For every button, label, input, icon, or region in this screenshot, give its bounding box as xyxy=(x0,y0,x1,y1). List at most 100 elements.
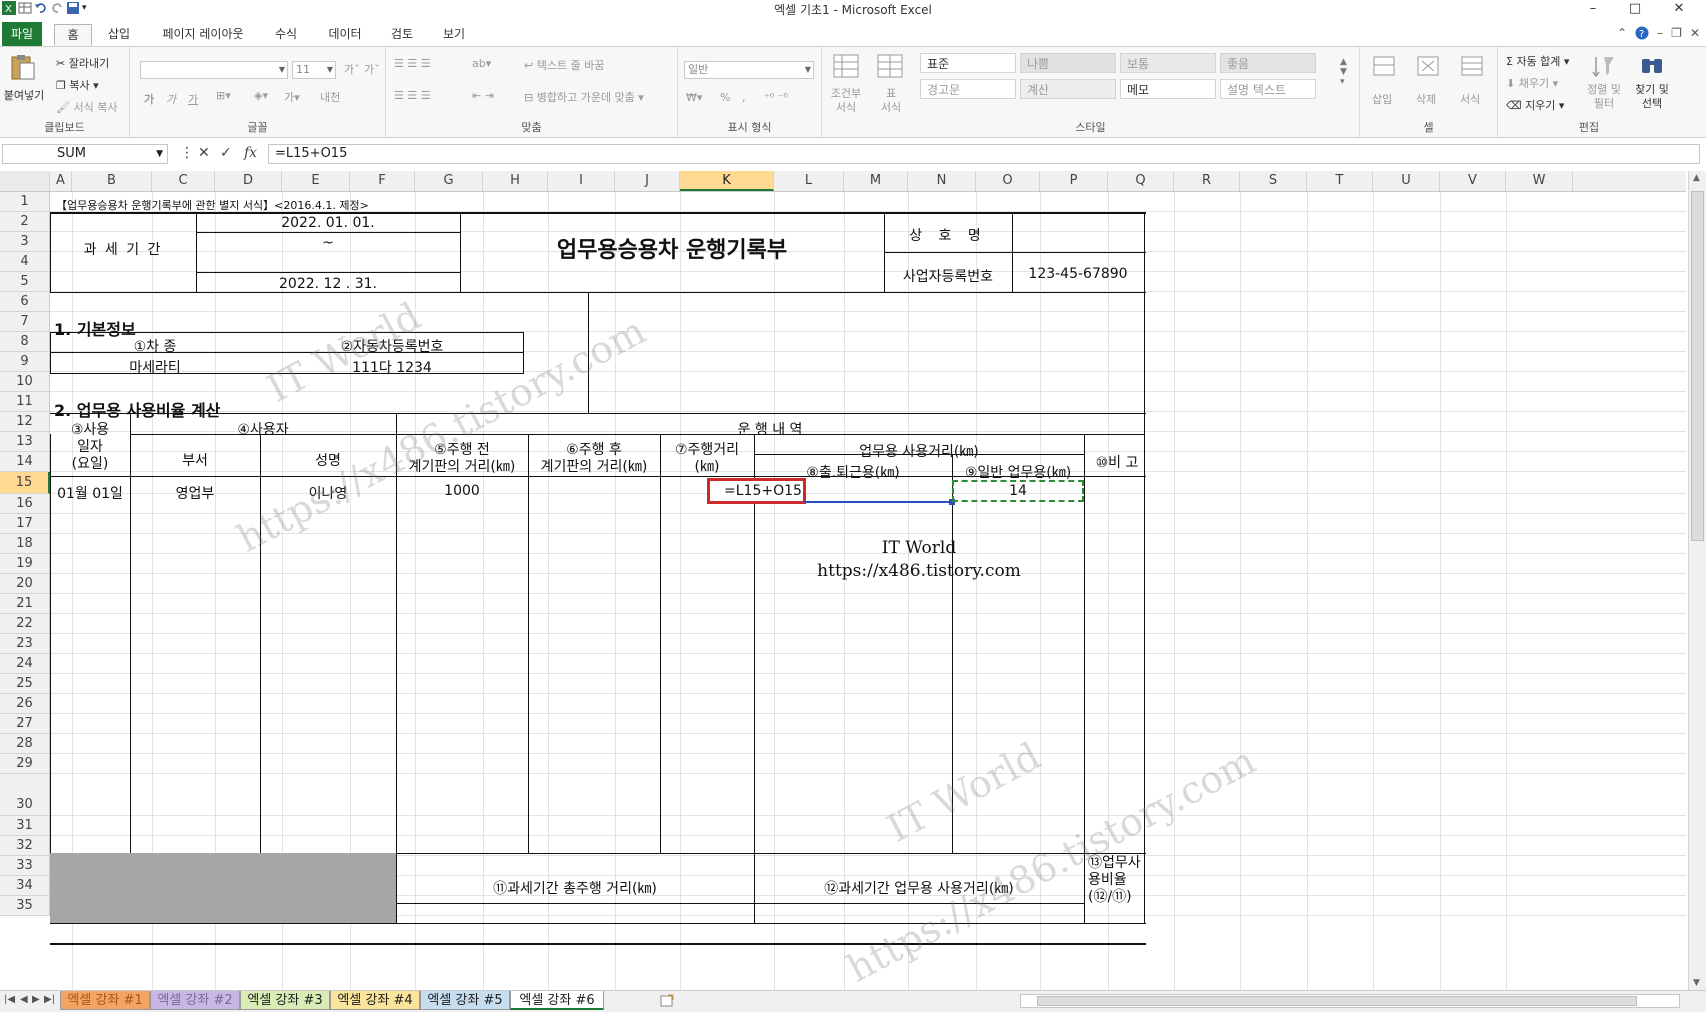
row-header-20[interactable]: 20 xyxy=(0,574,50,594)
workbook-restore-icon[interactable]: ❐ xyxy=(1671,26,1682,40)
row-header-21[interactable]: 21 xyxy=(0,594,50,614)
cell-C15[interactable]: 영업부 xyxy=(130,483,260,503)
next-sheet-icon[interactable]: ▶ xyxy=(32,994,40,1005)
cut-button[interactable]: ✂ 잘라내기 xyxy=(56,55,109,71)
sheet-tab-1[interactable]: 엑셀 강좌 #1 xyxy=(60,991,150,1010)
cell-style-5[interactable]: 계산 xyxy=(1020,79,1116,99)
paste-button[interactable]: 붙여넣기 xyxy=(0,87,48,103)
grow-font-icon[interactable]: 가ˆ xyxy=(344,61,360,77)
cell-style-2[interactable]: 보통 xyxy=(1120,53,1216,73)
sort-filter-button[interactable]: 정렬 및 필터 xyxy=(1582,83,1626,111)
last-sheet-icon[interactable]: ▶| xyxy=(44,994,55,1005)
cancel-entry-icon[interactable]: ✕ xyxy=(198,145,210,161)
active-cell-K15[interactable]: =L15+O15 xyxy=(707,478,806,504)
tab-page-layout[interactable]: 페이지 레이아웃 xyxy=(150,24,256,46)
row-header-19[interactable]: 19 xyxy=(0,554,50,574)
format-painter-button[interactable]: 🖌 서식 복사 xyxy=(56,99,117,115)
copy-button[interactable]: ❐ 복사 ▾ xyxy=(56,77,99,93)
comma-button[interactable]: , xyxy=(742,91,746,104)
row-header-35[interactable]: 35 xyxy=(0,896,50,916)
column-header-N[interactable]: N xyxy=(908,171,976,191)
column-header-L[interactable]: L xyxy=(774,171,844,191)
sheet-tab-3[interactable]: 엑셀 강좌 #3 xyxy=(240,991,330,1010)
row-header-13[interactable]: 13 xyxy=(0,432,50,452)
workbook-minimize-icon[interactable]: – xyxy=(1657,26,1663,40)
format-cells-icon[interactable] xyxy=(1458,53,1486,81)
find-select-button[interactable]: 찾기 및 선택 xyxy=(1630,83,1674,111)
confirm-entry-icon[interactable]: ✓ xyxy=(220,145,232,161)
row-header-27[interactable]: 27 xyxy=(0,714,50,734)
row-header-28[interactable]: 28 xyxy=(0,734,50,754)
column-header-I[interactable]: I xyxy=(548,171,615,191)
row-header-22[interactable]: 22 xyxy=(0,614,50,634)
column-header-K[interactable]: K xyxy=(680,171,774,191)
currency-icon[interactable]: ₩▾ xyxy=(686,91,702,104)
workbook-close-icon[interactable]: ✕ xyxy=(1690,26,1700,40)
column-header-Q[interactable]: Q xyxy=(1108,171,1174,191)
row-header-6[interactable]: 6 xyxy=(0,292,50,312)
row-header-17[interactable]: 17 xyxy=(0,514,50,534)
column-header-C[interactable]: C xyxy=(152,171,215,191)
paste-icon[interactable] xyxy=(8,53,36,81)
font-name-combo[interactable]: ▼ xyxy=(140,61,288,79)
column-header-T[interactable]: T xyxy=(1307,171,1373,191)
cell-style-0[interactable]: 표준 xyxy=(920,53,1016,73)
format-cells-button[interactable]: 서식 xyxy=(1460,91,1480,107)
bold-button[interactable]: 가 xyxy=(144,91,154,107)
row-header-30[interactable]: 30 xyxy=(0,774,50,816)
font-color-icon[interactable]: 가▾ xyxy=(284,89,300,105)
row-header-2[interactable]: 2 xyxy=(0,212,50,232)
row-header-1[interactable]: 1 xyxy=(0,192,50,212)
column-header-J[interactable]: J xyxy=(615,171,680,191)
car-type-value[interactable]: 마세라티 xyxy=(50,357,260,377)
row-header-31[interactable]: 31 xyxy=(0,816,50,836)
row-header-11[interactable]: 11 xyxy=(0,392,50,412)
conditional-format-button[interactable]: 조건부 서식 xyxy=(828,87,864,115)
row-header-10[interactable]: 10 xyxy=(0,372,50,392)
tab-data[interactable]: 데이터 xyxy=(322,24,368,46)
row-header-25[interactable]: 25 xyxy=(0,674,50,694)
column-header-H[interactable]: H xyxy=(483,171,548,191)
underline-button[interactable]: 가 xyxy=(188,91,198,107)
maximize-button[interactable]: □ xyxy=(1620,0,1650,18)
row-header-24[interactable]: 24 xyxy=(0,654,50,674)
shrink-font-icon[interactable]: 가ˇ xyxy=(364,61,380,77)
horizontal-scrollbar[interactable] xyxy=(1020,994,1680,1008)
name-box[interactable]: SUM ▼ xyxy=(2,144,168,164)
cell-B15[interactable]: 01월 01일 xyxy=(50,483,130,503)
row-header-7[interactable]: 7 xyxy=(0,312,50,332)
row-header-4[interactable]: 4 xyxy=(0,252,50,272)
column-header-O[interactable]: O xyxy=(976,171,1040,191)
row-header-29[interactable]: 29 xyxy=(0,754,50,774)
phonetic-button[interactable]: 내천 xyxy=(320,89,340,105)
clear-button[interactable]: ⌫ 지우기 ▾ xyxy=(1506,97,1564,113)
sheet-tab-4[interactable]: 엑셀 강좌 #4 xyxy=(330,991,420,1010)
car-reg-value[interactable]: 111다 1234 xyxy=(260,357,524,377)
sort-filter-icon[interactable] xyxy=(1590,53,1618,81)
cell-style-7[interactable]: 설명 텍스트 xyxy=(1220,79,1316,99)
horizontal-scroll-thumb[interactable] xyxy=(1037,996,1637,1006)
row-header-12[interactable]: 12 xyxy=(0,412,50,432)
tab-home[interactable]: 홈 xyxy=(54,24,92,46)
cell-style-4[interactable]: 경고문 xyxy=(920,79,1016,99)
tab-formulas[interactable]: 수식 xyxy=(268,24,304,46)
column-header-U[interactable]: U xyxy=(1373,171,1440,191)
find-select-icon[interactable] xyxy=(1638,53,1666,81)
font-size-combo[interactable]: 11 ▼ xyxy=(292,61,336,79)
column-header-W[interactable]: W xyxy=(1506,171,1573,191)
business-number-value[interactable]: 123-45-67890 xyxy=(1012,266,1144,282)
new-sheet-icon[interactable] xyxy=(660,994,674,1008)
row-header-23[interactable]: 23 xyxy=(0,634,50,654)
tab-insert[interactable]: 삽입 xyxy=(100,24,138,46)
fill-color-icon[interactable]: ◈▾ xyxy=(254,89,268,102)
help-icon[interactable]: ? xyxy=(1635,26,1649,40)
delete-cells-button[interactable]: 삭제 xyxy=(1416,91,1436,107)
formula-options-icon[interactable]: ⋮ xyxy=(180,145,194,161)
border-icon[interactable]: ⊞▾ xyxy=(216,89,231,102)
decimal-icons[interactable]: ⁺⁰ ⁻⁰ xyxy=(764,91,788,104)
sheet-tab-6[interactable]: 엑셀 강좌 #6 xyxy=(510,991,604,1010)
row-header-18[interactable]: 18 xyxy=(0,534,50,554)
formula-input[interactable]: =L15+O15 xyxy=(268,144,1700,164)
row-header-16[interactable]: 16 xyxy=(0,494,50,514)
first-sheet-icon[interactable]: |◀ xyxy=(4,994,15,1005)
